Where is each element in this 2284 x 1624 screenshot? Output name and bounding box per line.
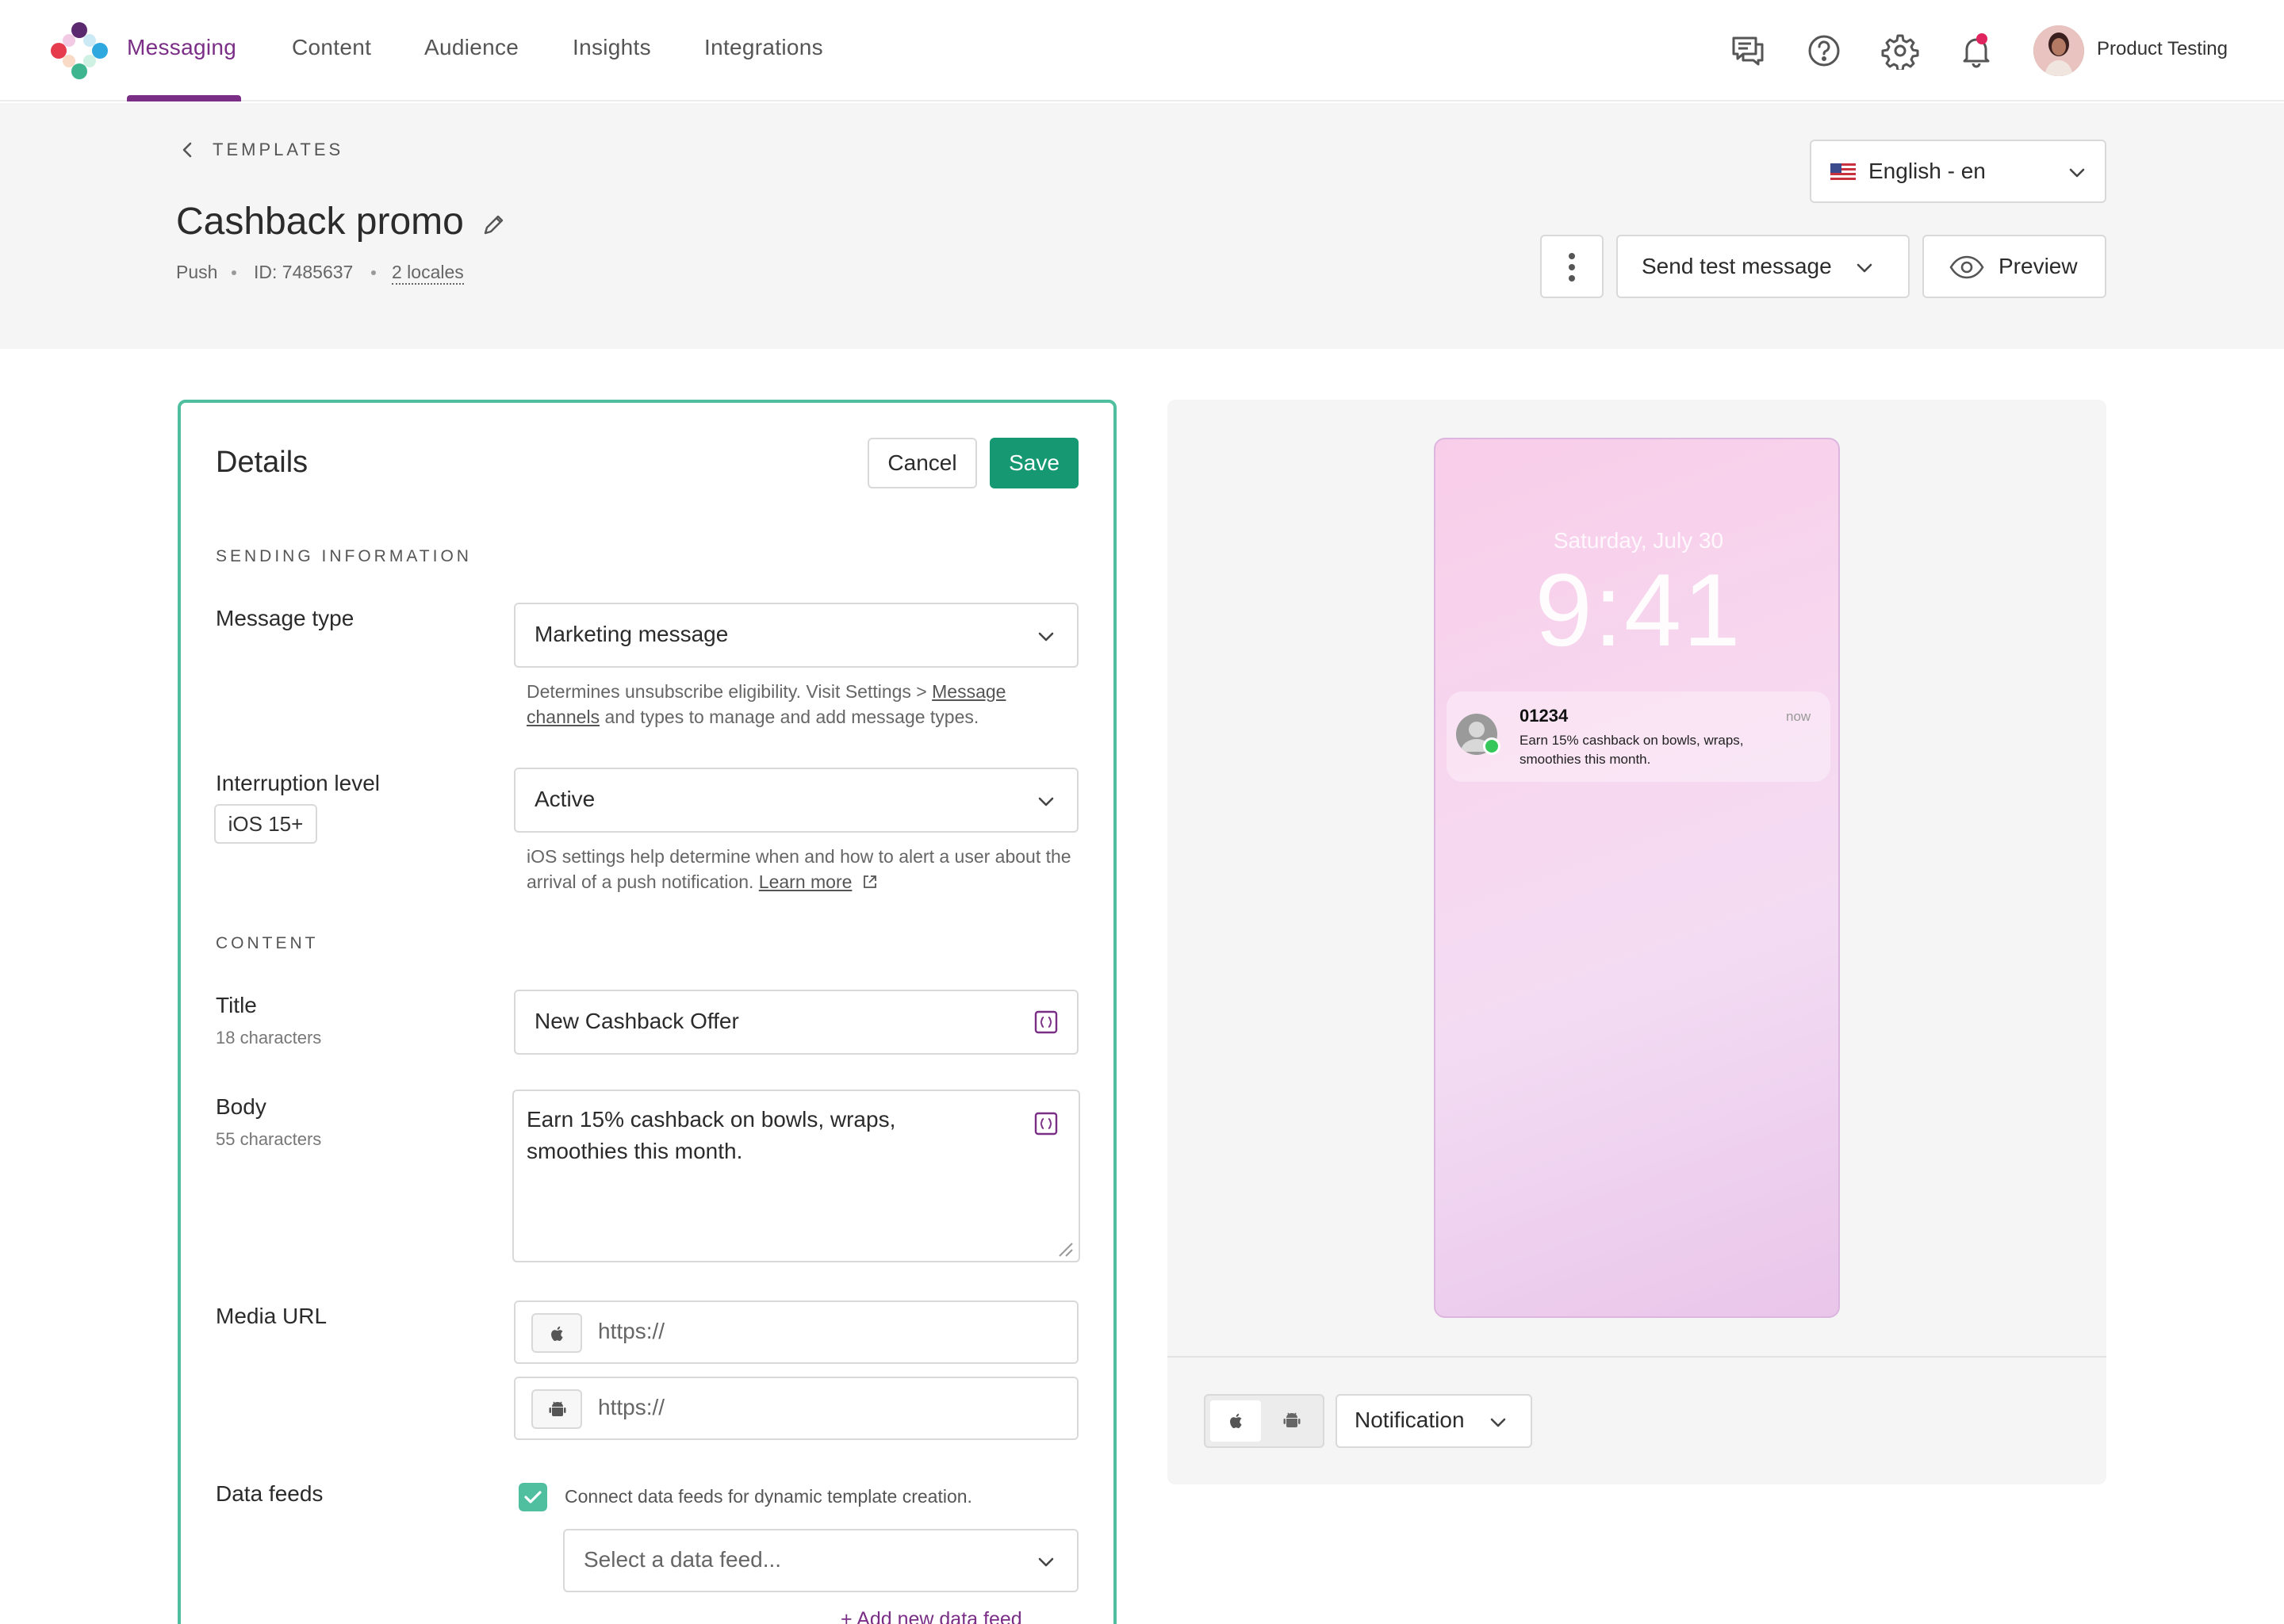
- message-type-label: Message type: [216, 606, 354, 630]
- android-toggle-option[interactable]: [1266, 1400, 1316, 1442]
- nav-tab-integrations[interactable]: Integrations: [704, 35, 823, 60]
- apple-icon: [1230, 1413, 1242, 1428]
- meta-separator: [371, 270, 376, 275]
- android-media-url-placeholder: https://: [598, 1395, 665, 1419]
- send-test-message-button[interactable]: Send test message: [1616, 235, 1910, 298]
- data-feed-select[interactable]: Select a data feed...: [563, 1529, 1079, 1592]
- page-title: Cashback promo: [176, 201, 464, 243]
- ios-chip: [531, 1313, 582, 1353]
- eye-icon: [1949, 255, 1984, 279]
- back-to-templates-link[interactable]: TEMPLATES: [213, 140, 343, 160]
- android-media-url-input[interactable]: https://: [514, 1377, 1079, 1440]
- more-actions-button[interactable]: [1540, 235, 1604, 298]
- data-feed-placeholder: Select a data feed...: [584, 1547, 782, 1572]
- apple-icon: [551, 1326, 563, 1341]
- body-label: Body: [216, 1094, 266, 1119]
- nav-tab-audience[interactable]: Audience: [424, 35, 519, 60]
- pencil-icon[interactable]: [481, 211, 508, 238]
- brand-logo[interactable]: [49, 21, 109, 81]
- body-char-count: 55 characters: [216, 1129, 322, 1149]
- interruption-level-select[interactable]: Active: [514, 768, 1079, 833]
- chevron-down-icon: [1038, 1557, 1054, 1567]
- interruption-level-value: Active: [535, 787, 596, 811]
- us-flag-icon: [1830, 163, 1856, 181]
- message-type-help-suffix: and types to manage and add message type…: [600, 707, 979, 727]
- preview-divider: [1167, 1356, 2106, 1358]
- preview-view-value: Notification: [1355, 1408, 1465, 1432]
- preview-view-select[interactable]: Notification: [1336, 1394, 1532, 1448]
- add-data-feed-link[interactable]: + Add new data feed: [841, 1608, 1022, 1624]
- notification-sender: 01234: [1519, 706, 1569, 726]
- ios-toggle-option[interactable]: [1210, 1400, 1261, 1442]
- learn-more-link[interactable]: Learn more: [759, 871, 853, 892]
- notification-badge: [1976, 33, 1987, 44]
- chevron-down-icon: [1038, 797, 1054, 806]
- message-type-help: Determines unsubscribe eligibility. Visi…: [527, 679, 1074, 730]
- variable-insert-icon[interactable]: [1034, 1010, 1058, 1034]
- message-type-value: Marketing message: [535, 622, 729, 646]
- title-label: Title: [216, 993, 257, 1017]
- chevron-down-icon: [2069, 168, 2085, 178]
- user-name[interactable]: Product Testing: [2097, 38, 2228, 60]
- notification-time: now: [1786, 709, 1811, 724]
- preview-label: Preview: [1998, 254, 2078, 278]
- platform-toggle: [1204, 1394, 1324, 1448]
- gear-icon[interactable]: [1881, 32, 1919, 72]
- nav-tab-content[interactable]: Content: [292, 35, 371, 60]
- variable-insert-icon[interactable]: [1034, 1112, 1058, 1136]
- push-notification-preview: 01234 now Earn 15% cashback on bowls, wr…: [1447, 691, 1830, 782]
- external-link-icon[interactable]: [862, 874, 878, 890]
- title-input[interactable]: New Cashback Offer: [514, 990, 1079, 1055]
- language-select[interactable]: English - en: [1810, 140, 2106, 203]
- message-type-help-text: Determines unsubscribe eligibility. Visi…: [527, 681, 933, 702]
- body-value: Earn 15% cashback on bowls, wraps, smoot…: [527, 1107, 896, 1163]
- ios-version-badge: iOS 15+: [214, 804, 317, 844]
- avatar[interactable]: [2033, 25, 2084, 76]
- ios-media-url-placeholder: https://: [598, 1319, 665, 1343]
- sending-information-heading: SENDING INFORMATION: [216, 547, 472, 565]
- android-icon: [1283, 1412, 1301, 1427]
- ios-media-url-input[interactable]: https://: [514, 1300, 1079, 1364]
- interruption-level-help: iOS settings help determine when and how…: [527, 844, 1074, 894]
- interruption-level-label: Interruption level: [216, 771, 381, 795]
- top-nav: Messaging Content Audience Insights Inte…: [0, 0, 2284, 102]
- save-button[interactable]: Save: [990, 438, 1079, 488]
- data-feeds-label: Data feeds: [216, 1481, 324, 1506]
- phone-lockscreen-preview: Saturday, July 30 9:41 01234 now Earn 15…: [1434, 438, 1840, 1318]
- messages-app-icon: [1483, 737, 1500, 755]
- checkmark-icon: [524, 1491, 542, 1503]
- content-heading: CONTENT: [216, 934, 319, 952]
- nav-tab-insights[interactable]: Insights: [573, 35, 651, 60]
- title-value: New Cashback Offer: [535, 1009, 739, 1033]
- kebab-menu-icon: [1569, 253, 1575, 282]
- cancel-button[interactable]: Cancel: [868, 438, 977, 488]
- meta-id: ID: 7485637: [254, 262, 354, 282]
- media-url-label: Media URL: [216, 1304, 328, 1328]
- language-value: English - en: [1868, 159, 1986, 183]
- android-icon: [549, 1401, 566, 1416]
- meta-separator: [232, 270, 236, 275]
- title-char-count: 18 characters: [216, 1028, 322, 1048]
- details-title: Details: [216, 446, 308, 479]
- android-chip: [531, 1389, 582, 1429]
- connect-data-feeds-label[interactable]: Connect data feeds for dynamic template …: [565, 1486, 972, 1507]
- chevron-down-icon: [1857, 263, 1872, 273]
- message-type-select[interactable]: Marketing message: [514, 603, 1079, 668]
- notification-body: Earn 15% cashback on bowls, wraps, smoot…: [1519, 733, 1744, 767]
- nav-tab-messaging[interactable]: Messaging: [127, 35, 236, 60]
- help-icon[interactable]: [1805, 32, 1843, 70]
- chevron-left-icon[interactable]: [179, 141, 197, 159]
- send-test-label: Send test message: [1642, 254, 1832, 278]
- active-tab-indicator: [127, 95, 241, 102]
- body-textarea[interactable]: Earn 15% cashback on bowls, wraps, smoot…: [512, 1090, 1080, 1262]
- chevron-down-icon: [1490, 1418, 1506, 1427]
- resize-handle-icon[interactable]: [1056, 1240, 1074, 1258]
- preview-button[interactable]: Preview: [1922, 235, 2106, 298]
- lockscreen-time: 9:41: [1535, 552, 1742, 668]
- chat-icon[interactable]: [1729, 32, 1767, 70]
- meta-channel: Push: [176, 262, 218, 282]
- locales-link[interactable]: 2 locales: [392, 262, 464, 285]
- chevron-down-icon: [1038, 632, 1054, 642]
- connect-data-feeds-checkbox[interactable]: [519, 1483, 547, 1511]
